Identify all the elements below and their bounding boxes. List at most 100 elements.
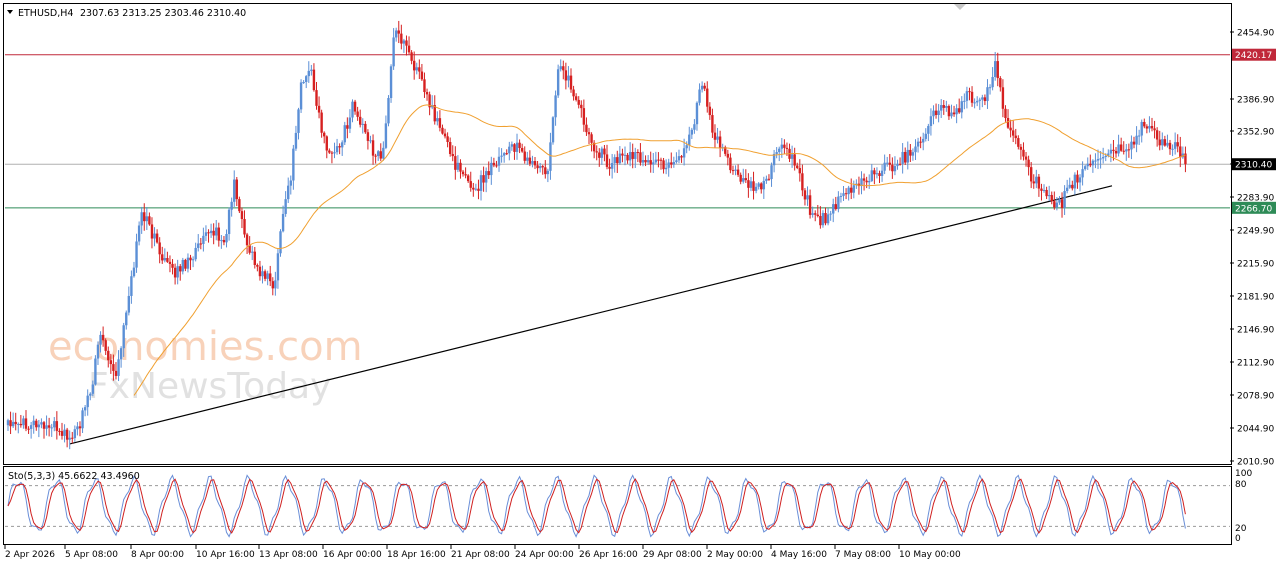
candle-body [353,101,357,112]
chart-svg[interactable]: economies.com FxNewsToday 2454.902386.90… [0,0,1280,567]
candle-body [448,141,452,155]
resistance-label: 2420.17 [1235,51,1272,61]
candle-body [305,76,308,82]
candle-body [852,185,855,193]
candle-body [335,146,339,153]
candle-body [814,213,817,215]
candle-body [148,216,151,225]
candle-body [1017,138,1020,147]
candle-body [896,163,899,167]
candle-body [742,178,745,182]
candle-body [482,175,485,183]
candle-body [618,153,622,164]
candle-body [654,159,658,163]
candle-body [747,180,750,188]
candle-body [1112,149,1115,151]
candle-body [927,125,930,134]
time-tick-label: 10 Apr 16:00 [196,550,255,560]
candle-body [1019,146,1023,150]
candle-body [356,111,359,117]
candle-body [934,110,938,116]
candle-body [410,52,413,61]
candle-body [572,89,575,97]
candle-body [173,267,177,278]
candle-body [184,259,187,269]
candle-body [1063,191,1066,208]
candle-body [603,148,606,155]
candle-body [1145,126,1149,129]
candle-body [19,423,23,426]
candle-body [225,234,228,243]
candle-body [803,190,807,200]
chart-window[interactable]: economies.com FxNewsToday 2454.90 2386.90… [0,0,1280,567]
candle-body [191,259,195,261]
candle-body [916,141,920,147]
candle-body [1130,141,1133,150]
candle-body [580,104,583,109]
candle-body [993,61,997,78]
candle-body [163,258,167,261]
candle-body [122,325,125,349]
time-tick-label: 5 Apr 08:00 [65,550,118,560]
candle-body [32,420,35,426]
candle-body [155,233,159,243]
candle-body [204,232,208,236]
candle-body [60,431,64,436]
candle-body [132,267,136,277]
candle-body [518,142,521,148]
candle-body [754,186,758,191]
candle-body [1137,135,1141,137]
candle-body [598,152,601,158]
time-tick-label: 26 Apr 16:00 [579,550,638,560]
candle-body [608,166,611,169]
candle-body [317,105,321,113]
candle-body [649,160,652,165]
candle-body [780,144,784,149]
candle-body [790,154,794,159]
candle-body [538,166,542,169]
candle-body [238,199,241,212]
candle-body [397,30,400,34]
candle-body [662,160,665,170]
candle-body [752,181,755,191]
candle-body [207,232,210,234]
candle-body [970,91,974,103]
candle-body [569,75,573,90]
candle-body [104,340,107,351]
candle-body [636,152,640,154]
candle-body [1179,146,1182,158]
candle-body [1065,187,1069,192]
candle-body [384,123,388,148]
candle-body [798,167,802,174]
time-tick-label: 2 Apr 2026 [5,550,55,560]
candle-body [325,136,328,151]
candle-body [711,115,714,133]
candle-body [9,420,12,427]
candle-body [693,124,696,130]
time-tick-label: 24 Apr 00:00 [515,550,574,560]
candle-body [130,276,133,296]
candle-body [135,241,138,268]
candle-body [461,171,465,175]
candle-body [1068,184,1071,188]
support-label: 2266.70 [1235,204,1272,214]
candle-body [873,170,876,175]
candle-body [1155,130,1159,140]
candle-body [1006,118,1010,128]
candle-body [1027,159,1030,168]
candle-body [590,134,593,143]
candle-body [1014,135,1017,139]
candle-body [86,395,89,408]
candle-body [29,425,33,429]
candle-body [24,418,28,429]
candle-body [1125,149,1128,152]
candle-body [495,165,498,167]
candle-body [726,153,730,158]
candle-body [227,209,231,235]
candle-body [376,151,380,157]
candle-body [446,136,449,142]
candle-body [1086,163,1089,167]
time-tick-label: 18 Apr 16:00 [387,550,446,560]
candle-body [271,281,274,289]
candle-body [11,421,15,427]
